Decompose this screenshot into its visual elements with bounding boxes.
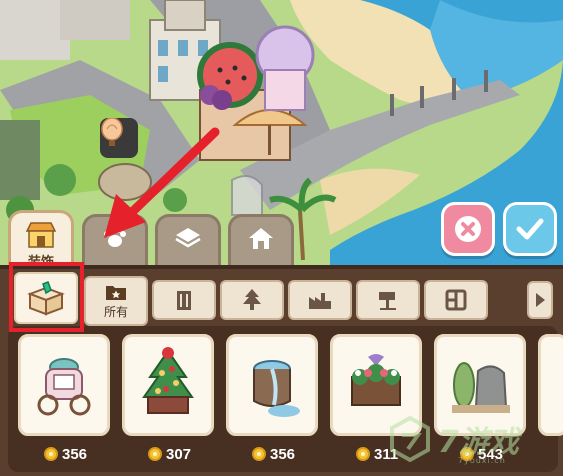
tree-icon <box>243 289 261 310</box>
item-price-christmas-tree: 307 <box>148 444 191 464</box>
item-card-christmas-tree[interactable] <box>122 334 214 436</box>
coin-icon <box>356 447 370 461</box>
pawprint-icon <box>104 227 126 247</box>
star-folder-icon <box>106 285 126 300</box>
item-price-carriage: 356 <box>44 444 87 464</box>
subtab-all-label: 所有 <box>103 304 128 319</box>
tutorial-highlight-box <box>9 262 84 332</box>
check-icon <box>516 218 544 240</box>
coin-icon <box>148 447 162 461</box>
building-icon <box>177 291 191 310</box>
tab-layers[interactable] <box>155 214 221 272</box>
factory-icon <box>309 293 331 309</box>
cancel-button[interactable] <box>441 202 495 256</box>
chevron-right-icon <box>536 293 545 307</box>
close-icon <box>455 216 481 242</box>
tab-pets[interactable] <box>82 214 148 272</box>
confirm-button[interactable] <box>503 202 557 256</box>
grid-tile-icon <box>445 289 467 311</box>
quest-marker-balloon-icon[interactable] <box>100 118 138 158</box>
price-value: 356 <box>62 445 88 463</box>
item-price-fountain: 356 <box>252 444 295 464</box>
subtab-furniture[interactable] <box>356 280 420 320</box>
coin-icon <box>44 447 58 461</box>
subtab-industry[interactable] <box>288 280 352 320</box>
watermark-url: 7youxi.cn <box>458 456 506 465</box>
watermark-logo-icon <box>390 415 430 463</box>
stack-icon <box>175 228 201 248</box>
carriage-icon <box>37 358 91 416</box>
coin-icon <box>252 447 266 461</box>
watermark-text: 7游戏 <box>438 425 519 460</box>
price-value: 307 <box>166 445 192 463</box>
fountain-icon <box>253 360 300 417</box>
price-value: 356 <box>270 445 296 463</box>
item-card-carriage[interactable] <box>18 334 110 436</box>
item-card-fountain[interactable] <box>226 334 318 436</box>
subtab-tiles[interactable] <box>424 280 488 320</box>
shop-icon <box>25 222 57 248</box>
subtab-plants[interactable] <box>220 280 284 320</box>
house-icon <box>249 228 273 249</box>
scroll-right-button[interactable] <box>527 281 553 319</box>
subtab-buildings[interactable] <box>152 280 216 320</box>
watermark: 7游戏 7youxi.cn <box>388 404 558 474</box>
subtab-all[interactable]: 所有 <box>84 276 148 326</box>
lamp-icon <box>379 292 396 310</box>
tab-house[interactable] <box>228 214 294 272</box>
christmas-tree-icon <box>142 347 194 414</box>
